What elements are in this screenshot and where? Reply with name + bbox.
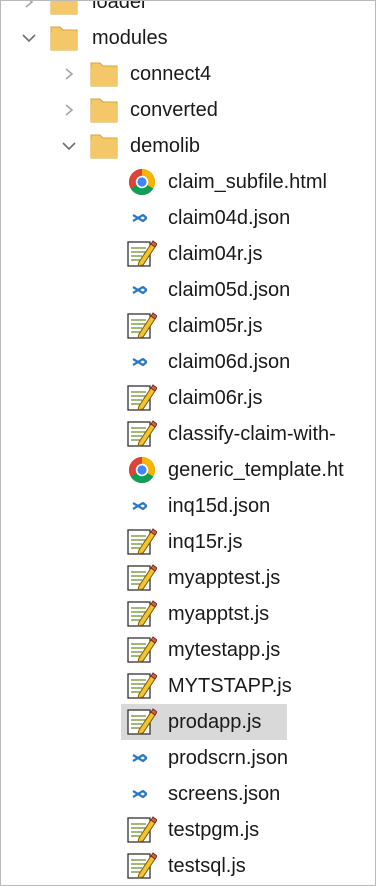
file-row[interactable]: testpgm.js — [1, 812, 375, 848]
chrome-html-icon — [127, 452, 157, 488]
tree-item-label: testsql.js — [168, 855, 246, 877]
json-file-icon — [130, 344, 150, 380]
folder-icon — [49, 1, 79, 20]
json-file-icon — [130, 200, 150, 236]
tree-item-label: claim06r.js — [168, 387, 263, 409]
file-row[interactable]: myapptst.js — [1, 596, 375, 632]
folder-row[interactable]: connect4 — [1, 56, 375, 92]
file-row[interactable]: inq15d.json — [1, 488, 375, 524]
file-row[interactable]: myapptest.js — [1, 560, 375, 596]
file-row[interactable]: claim04d.json — [1, 200, 375, 236]
json-file-icon — [130, 488, 150, 524]
tree-item-label: claim_subfile.html — [168, 171, 327, 193]
tree-item-label: classify-claim-with- — [168, 423, 336, 445]
chevron-right-icon[interactable] — [57, 56, 81, 92]
folder-row[interactable]: demolib — [1, 128, 375, 164]
folder-icon — [49, 20, 79, 56]
tree-item-label: demolib — [130, 135, 201, 157]
file-row[interactable]: claim04r.js — [1, 236, 375, 272]
tree-item-label: claim05r.js — [168, 315, 263, 337]
tree-item-label: myapptst.js — [168, 603, 270, 625]
folder-icon — [89, 56, 119, 92]
file-row[interactable]: claim05r.js — [1, 308, 375, 344]
file-row[interactable]: MYTSTAPP.js — [1, 668, 375, 704]
file-row[interactable]: claim06r.js — [1, 380, 375, 416]
folder-icon — [89, 92, 119, 128]
json-file-icon — [130, 740, 150, 776]
tree-item-label: mytestapp.js — [168, 639, 281, 661]
tree-item-label: loader — [92, 0, 148, 13]
file-row[interactable]: claim06d.json — [1, 344, 375, 380]
js-file-icon — [125, 524, 157, 560]
tree-item-label: claim06d.json — [168, 351, 291, 373]
file-row[interactable]: prodscrn.json — [1, 740, 375, 776]
tree-item-label: claim04r.js — [168, 243, 263, 265]
tree-item-label: screens.json — [168, 783, 281, 805]
tree-item-label: myapptest.js — [168, 567, 281, 589]
js-file-icon — [125, 596, 157, 632]
tree-item-label: modules — [92, 27, 168, 49]
file-row[interactable]: inq15r.js — [1, 524, 375, 560]
json-file-icon — [130, 272, 150, 308]
file-row[interactable]: screens.json — [1, 776, 375, 812]
folder-row[interactable]: converted — [1, 92, 375, 128]
js-file-icon — [125, 704, 157, 740]
json-file-icon — [130, 776, 150, 812]
js-file-icon — [125, 632, 157, 668]
tree-item-label: prodapp.js — [168, 711, 262, 733]
file-row[interactable]: mytestapp.js — [1, 632, 375, 668]
js-file-icon — [125, 812, 157, 848]
js-file-icon — [125, 380, 157, 416]
file-row[interactable]: classify-claim-with- — [1, 416, 375, 452]
chevron-right-icon[interactable] — [17, 1, 41, 20]
tree-item-label: connect4 — [130, 63, 212, 85]
tree-item-label: converted — [130, 99, 218, 121]
chevron-right-icon[interactable] — [57, 92, 81, 128]
file-row[interactable]: prodapp.js — [1, 704, 375, 740]
js-file-icon — [125, 560, 157, 596]
tree-item-label: testpgm.js — [168, 819, 260, 841]
chrome-html-icon — [127, 164, 157, 200]
file-row[interactable]: claim05d.json — [1, 272, 375, 308]
chevron-down-icon[interactable] — [57, 128, 81, 164]
folder-row[interactable]: modules — [1, 20, 375, 56]
js-file-icon — [125, 668, 157, 704]
tree-item-label: MYTSTAPP.js — [168, 675, 292, 697]
file-row[interactable]: claim_subfile.html — [1, 164, 375, 200]
chevron-down-icon[interactable] — [17, 20, 41, 56]
tree-item-label: inq15d.json — [168, 495, 271, 517]
tree-item-label: inq15r.js — [168, 531, 243, 553]
tree-item-label: prodscrn.json — [168, 747, 289, 769]
tree-item-label: claim05d.json — [168, 279, 291, 301]
file-row[interactable]: testsql.js — [1, 848, 375, 884]
file-tree: loader modules connect4 converted demolib cla… — [1, 0, 375, 884]
folder-row[interactable]: loader — [1, 0, 375, 20]
js-file-icon — [125, 236, 157, 272]
js-file-icon — [125, 308, 157, 344]
file-explorer-panel: loader modules connect4 converted demolib cla… — [0, 0, 376, 886]
tree-item-label: generic_template.ht — [168, 459, 344, 481]
folder-icon — [89, 128, 119, 164]
tree-item-label: claim04d.json — [168, 207, 291, 229]
js-file-icon — [125, 416, 157, 452]
file-row[interactable]: generic_template.ht — [1, 452, 375, 488]
js-file-icon — [125, 848, 157, 884]
